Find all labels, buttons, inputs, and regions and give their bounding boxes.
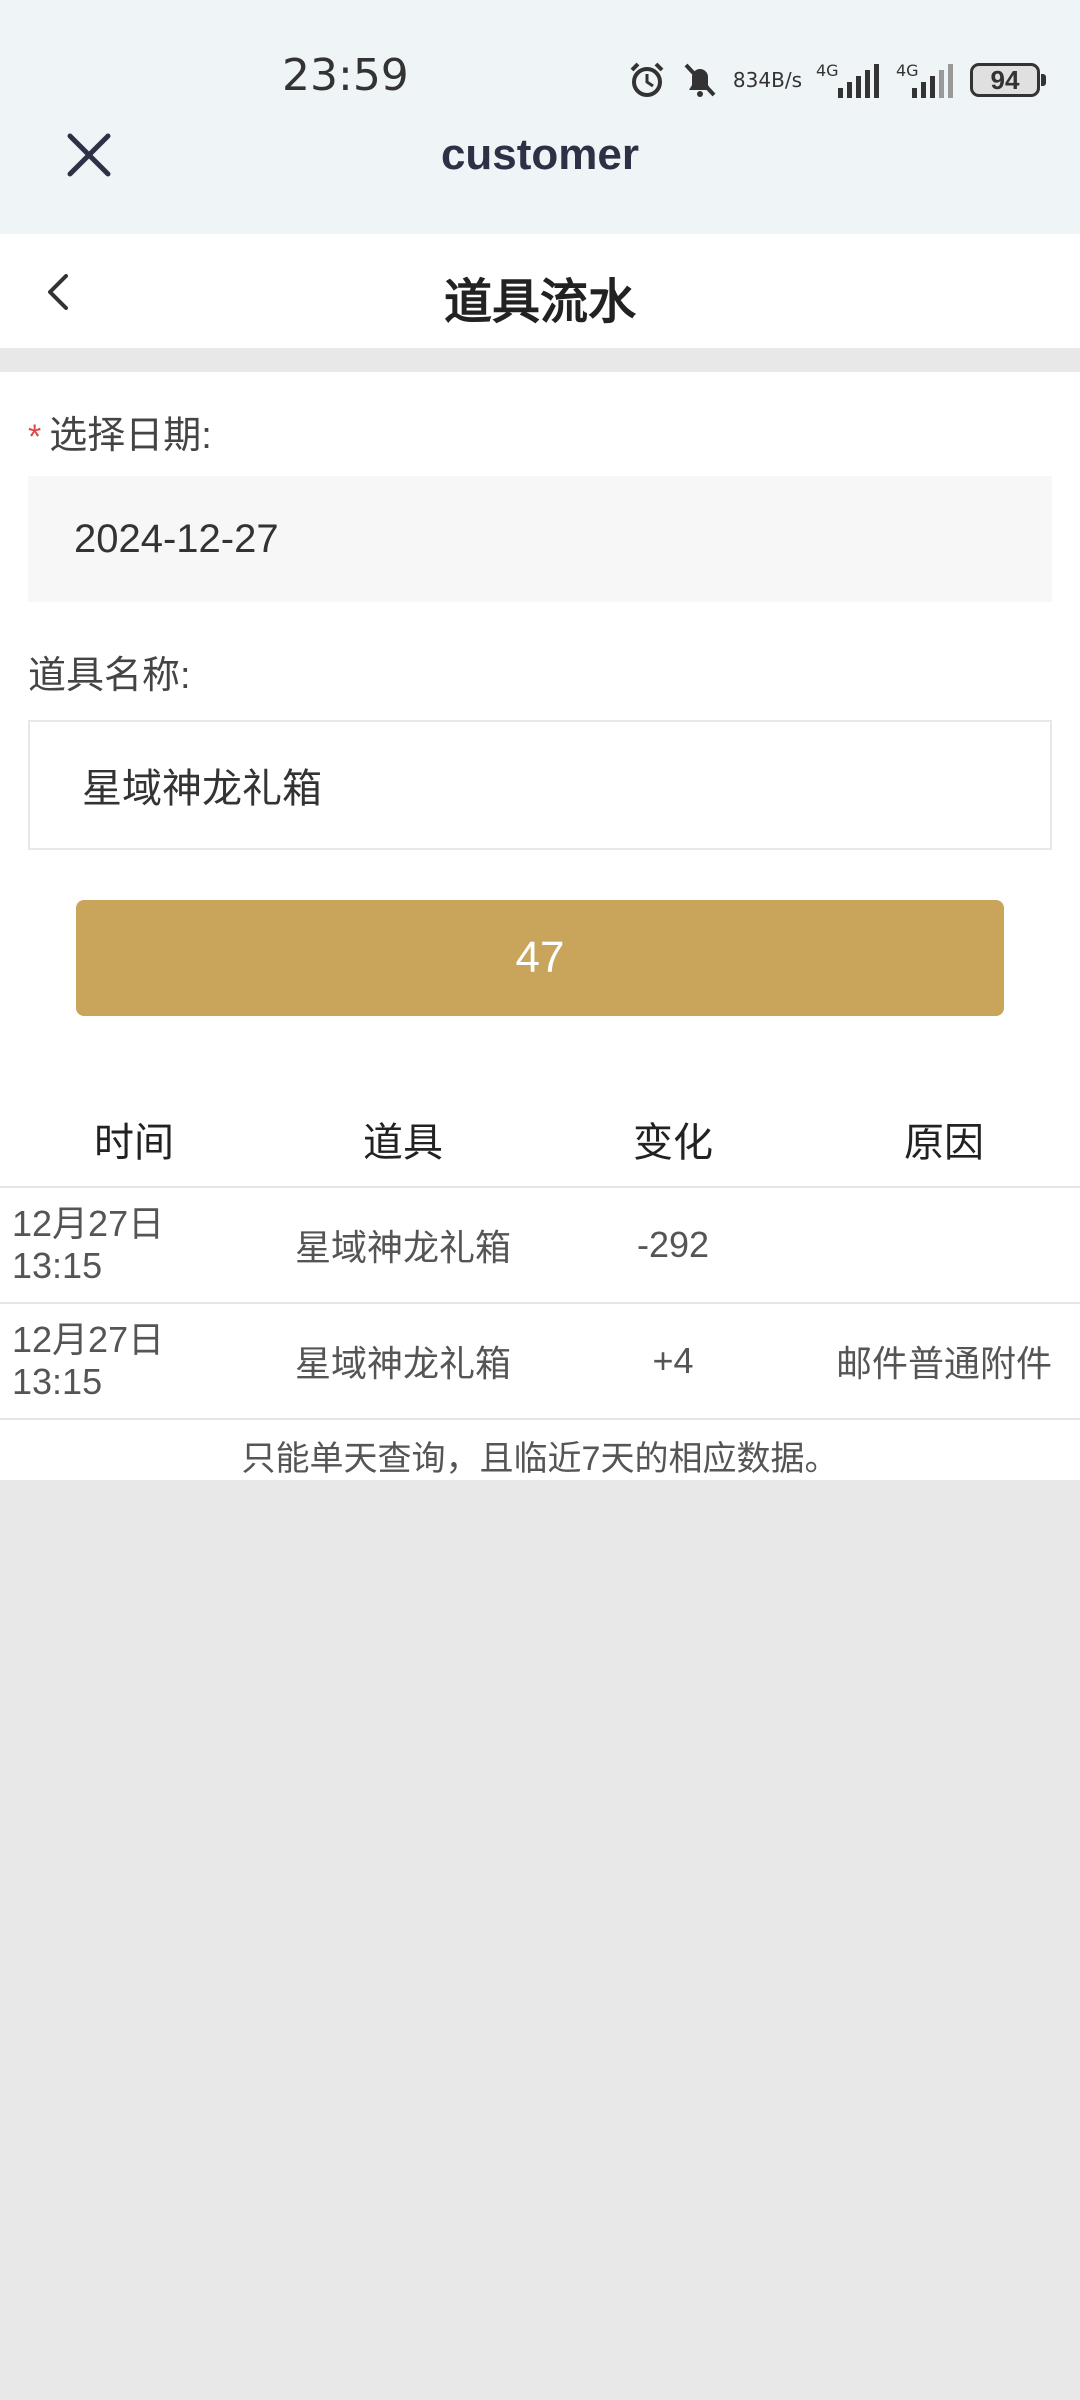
date-value: 2024-12-27	[74, 516, 279, 561]
date-label: 选择日期:	[49, 415, 212, 457]
records-table: 时间 道具 变化 原因 12月27日 13:15 星域神龙礼箱 -292 12月…	[0, 1092, 1080, 1490]
signal-icon: 4G	[816, 60, 882, 100]
battery-icon: 94	[970, 63, 1046, 97]
header-time: 时间	[94, 1121, 174, 1165]
app-title: customer	[440, 130, 640, 179]
table-row: 12月27日 13:15 星域神龙礼箱 -292	[0, 1188, 1080, 1304]
mute-bell-icon	[681, 60, 719, 100]
cell-time: 12月27日 13:15	[12, 1203, 165, 1286]
item-name-input[interactable]	[80, 761, 1050, 809]
item-name-label: 道具名称:	[28, 655, 191, 697]
header-item: 道具	[363, 1121, 443, 1165]
battery-level: 94	[990, 64, 1020, 95]
net-speed-value: 834	[732, 67, 772, 92]
table-row: 12月27日 13:15 星域神龙礼箱 +4 邮件普通附件	[0, 1304, 1080, 1420]
cell-item: 星域神龙礼箱	[294, 1227, 511, 1268]
query-note: 只能单天查询，且临近7天的相应数据。	[241, 1439, 839, 1478]
query-panel: *选择日期: 2024-12-27 道具名称: 47 时间 道具 变化 原因 1…	[0, 372, 1080, 1480]
cell-time: 12月27日 13:15	[12, 1319, 165, 1402]
net-speed: 834 B/s	[732, 67, 802, 92]
signal-icon-2: 4G	[896, 60, 956, 100]
header-reason: 原因	[904, 1121, 984, 1165]
status-time: 23:59	[282, 50, 409, 101]
signal2-label: 4G	[896, 61, 919, 80]
cell-change: +4	[652, 1340, 694, 1381]
cell-change: -292	[636, 1224, 710, 1265]
item-name-field[interactable]	[28, 720, 1052, 850]
status-icons: 834 B/s 4G 4G 94	[627, 56, 1046, 104]
page-nav-bar: 道具流水	[0, 234, 1080, 348]
query-button[interactable]: 47	[76, 900, 1004, 1016]
signal1-label: 4G	[816, 61, 839, 80]
net-speed-unit: B/s	[771, 67, 802, 92]
app-top-bar: 23:59 834 B/s 4G 4G 94 customer	[0, 0, 1080, 234]
cell-item: 星域神龙礼箱	[294, 1343, 511, 1384]
table-header: 时间 道具 变化 原因	[0, 1092, 1080, 1188]
date-picker-field[interactable]: 2024-12-27	[28, 476, 1052, 602]
cell-reason: 邮件普通附件	[835, 1343, 1052, 1384]
date-label-row: * 选择日期:	[28, 404, 212, 459]
alarm-icon	[627, 60, 667, 100]
query-button-label: 47	[515, 933, 565, 982]
required-mark: *	[28, 418, 42, 456]
page-title: 道具流水	[443, 276, 636, 329]
header-change: 变化	[633, 1121, 713, 1165]
